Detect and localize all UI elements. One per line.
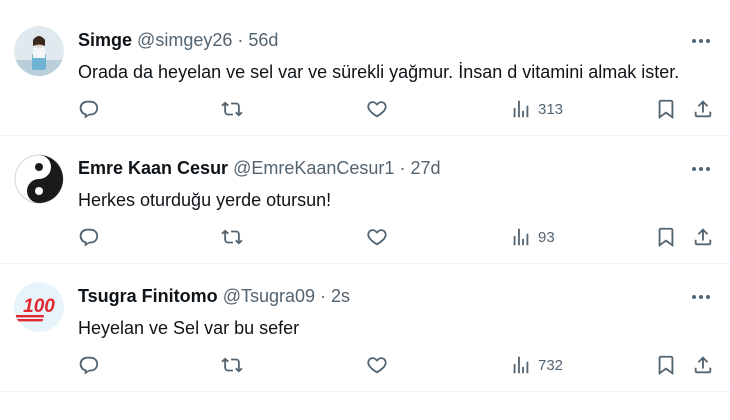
- reply-icon: [79, 356, 99, 375]
- share-button[interactable]: [692, 222, 714, 252]
- timestamp[interactable]: 56d: [248, 30, 278, 50]
- views-button[interactable]: 93: [510, 222, 555, 252]
- bookmark-button[interactable]: [655, 350, 677, 380]
- author-name[interactable]: Emre Kaan Cesur: [78, 158, 228, 178]
- tweet[interactable]: 100 Tsugra Finitomo @Tsugra09 · 2s Heyel…: [0, 264, 730, 392]
- author-name[interactable]: Tsugra Finitomo: [78, 286, 218, 306]
- reply-feed: Simge @simgey26 · 56d Orada da heyelan v…: [0, 0, 730, 420]
- separator: ·: [237, 30, 244, 50]
- action-bar: 93: [78, 222, 718, 252]
- retweet-icon: [221, 357, 243, 373]
- tweet[interactable]: Emre Kaan Cesur @EmreKaanCesur1 · 27d He…: [0, 136, 730, 264]
- heart-icon: [367, 229, 387, 246]
- avatar[interactable]: 100: [14, 282, 64, 332]
- avatar[interactable]: [14, 26, 64, 76]
- tweet-text: Herkes oturduğu yerde otursun!: [78, 190, 332, 210]
- more-options-button[interactable]: [686, 282, 716, 312]
- yin-yang-icon: [14, 154, 64, 204]
- like-button[interactable]: [366, 94, 388, 124]
- retweet-icon: [221, 101, 243, 117]
- timestamp[interactable]: 27d: [410, 158, 440, 178]
- views-count: 93: [538, 228, 555, 246]
- ellipsis-icon: [692, 167, 710, 171]
- action-bar: 313: [78, 94, 718, 124]
- bookmark-button[interactable]: [655, 222, 677, 252]
- tweet-text: Orada da heyelan ve sel var ve sürekli y…: [78, 62, 680, 82]
- author-handle[interactable]: @EmreKaanCesur1: [233, 158, 394, 178]
- reply-button[interactable]: [78, 350, 100, 380]
- tweet-header: Tsugra Finitomo @Tsugra09 · 2s: [78, 284, 670, 308]
- separator: ·: [399, 158, 406, 178]
- bookmark-icon: [658, 99, 674, 120]
- bookmark-button[interactable]: [655, 94, 677, 124]
- tweet[interactable]: Simge @simgey26 · 56d Orada da heyelan v…: [0, 8, 730, 136]
- share-button[interactable]: [692, 94, 714, 124]
- views-count: 313: [538, 100, 564, 118]
- views-button[interactable]: 313: [510, 94, 563, 124]
- timestamp[interactable]: 2s: [331, 286, 350, 306]
- more-options-button[interactable]: [686, 154, 716, 184]
- author-handle[interactable]: @simgey26: [137, 30, 232, 50]
- heart-icon: [367, 357, 387, 374]
- bookmark-icon: [658, 227, 674, 248]
- tweet-header: Emre Kaan Cesur @EmreKaanCesur1 · 27d: [78, 156, 670, 180]
- share-icon: [694, 100, 712, 118]
- separator: ·: [320, 286, 327, 306]
- ellipsis-icon: [692, 39, 710, 43]
- bar-chart-icon: [513, 228, 529, 246]
- like-button[interactable]: [366, 222, 388, 252]
- reply-button[interactable]: [78, 222, 100, 252]
- photo-avatar-icon: [14, 26, 64, 76]
- reply-button[interactable]: [78, 94, 100, 124]
- share-icon: [694, 228, 712, 246]
- action-bar: 732: [78, 350, 718, 380]
- retweet-button[interactable]: [221, 350, 243, 380]
- retweet-icon: [221, 229, 243, 245]
- share-button[interactable]: [692, 350, 714, 380]
- tweet-text: Heyelan ve Sel var bu sefer: [78, 318, 300, 338]
- hundred-points-icon: 100: [14, 282, 64, 332]
- reply-icon: [79, 100, 99, 119]
- views-count: 732: [538, 356, 564, 374]
- ellipsis-icon: [692, 295, 710, 299]
- retweet-button[interactable]: [221, 222, 243, 252]
- author-handle[interactable]: @Tsugra09: [223, 286, 315, 306]
- tweet-header: Simge @simgey26 · 56d: [78, 28, 670, 52]
- avatar[interactable]: [14, 154, 64, 204]
- like-button[interactable]: [366, 350, 388, 380]
- bookmark-icon: [658, 355, 674, 376]
- views-button[interactable]: 732: [510, 350, 563, 380]
- reply-icon: [79, 228, 99, 247]
- bar-chart-icon: [513, 100, 529, 118]
- heart-icon: [367, 101, 387, 118]
- retweet-button[interactable]: [221, 94, 243, 124]
- more-options-button[interactable]: [686, 26, 716, 56]
- bar-chart-icon: [513, 356, 529, 374]
- share-icon: [694, 356, 712, 374]
- author-name[interactable]: Simge: [78, 30, 132, 50]
- svg-text:100: 100: [23, 296, 55, 317]
